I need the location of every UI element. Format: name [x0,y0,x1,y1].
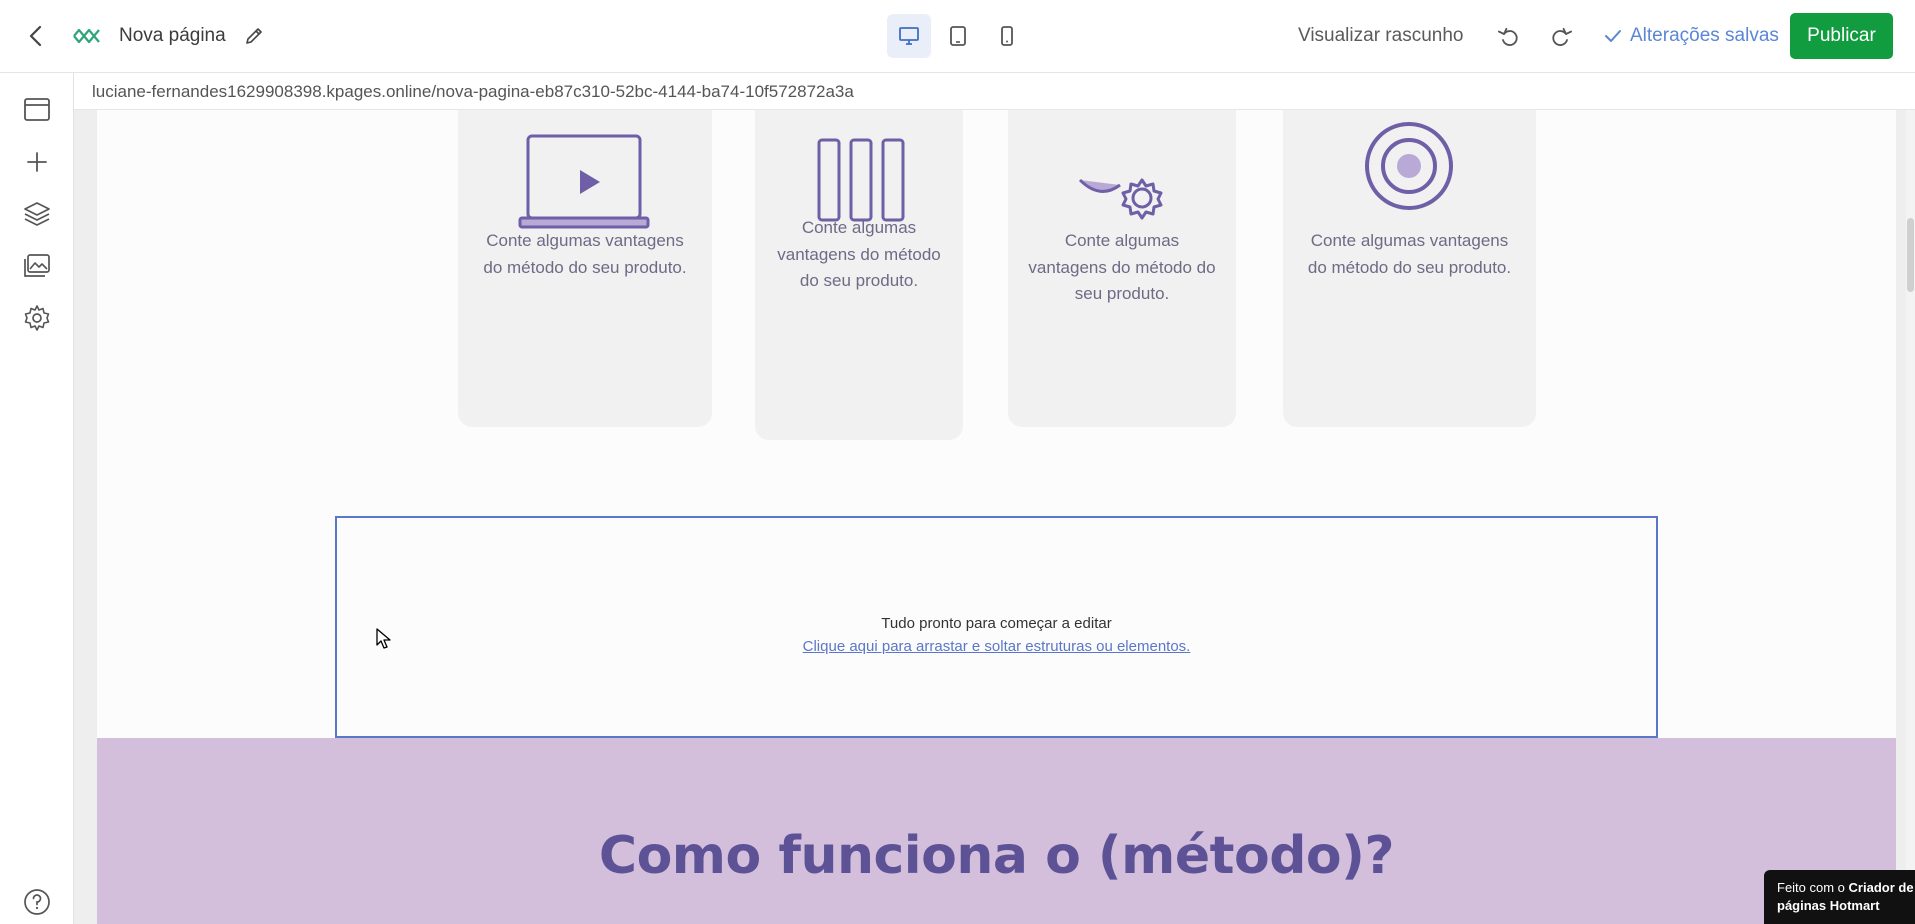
help-button[interactable] [20,885,54,919]
sidebar-item-layers[interactable] [20,197,54,231]
gears-icon [1078,178,1163,220]
card-text: Conte algumas vantagens do método do seu… [1028,231,1216,303]
dropzone-link[interactable]: Clique aqui para arrastar e soltar estru… [337,638,1656,655]
check-icon [1605,30,1621,42]
feature-card[interactable]: Conte algumas vantagens do método do seu… [1283,110,1536,427]
card-text: Conte algumas vantagens do método do seu… [1307,231,1512,277]
feature-card[interactable]: Conte algumas vantagens do método do seu… [755,110,963,440]
page-url: luciane-fernandes1629908398.kpages.onlin… [92,82,854,101]
help-circle-icon [24,889,50,915]
left-sidebar [0,73,74,924]
video-laptop-icon [518,134,650,229]
badge-prefix: Feito com o [1777,880,1849,895]
sidebar-item-settings[interactable] [20,301,54,335]
card-text: Conte algumas vantagens do método do seu… [777,218,941,290]
desktop-view-button[interactable] [887,14,931,58]
feature-card[interactable]: Conte algumas vantagens do método do seu… [1008,110,1236,427]
scrollbar-thumb[interactable] [1907,218,1914,292]
desktop-icon [899,27,919,45]
publish-button[interactable]: Publicar [1790,13,1893,59]
editor-canvas[interactable]: Conte algumas vantagens do método do seu… [97,110,1896,924]
badge-strong-2: páginas Hotmart [1777,898,1880,913]
how-it-works-section[interactable]: Como funciona o (método)? [97,738,1896,924]
undo-icon[interactable] [1494,22,1524,52]
gear-icon [24,305,50,331]
sidebar-item-add[interactable] [20,145,54,179]
sidebar-item-page[interactable] [20,93,54,127]
back-arrow-icon[interactable] [20,20,52,52]
preview-draft-button[interactable]: Visualizar rascunho [1298,25,1463,47]
plus-icon [27,152,47,172]
made-with-hotmart-badge[interactable]: Feito com o Criador de páginas Hotmart [1764,870,1915,924]
target-icon [1365,122,1453,210]
badge-strong-1: Criador de [1848,880,1914,895]
empty-section-dropzone[interactable]: Tudo pronto para começar a editar Clique… [335,516,1658,738]
gallery-icon [24,254,50,277]
mobile-view-button[interactable] [985,14,1029,58]
feature-card[interactable]: Conte algumas vantagens do método do seu… [458,110,712,427]
pencil-icon[interactable] [240,22,268,50]
bar-chart-icon [817,138,905,222]
card-text: Conte algumas vantagens do método do seu… [483,231,687,277]
tablet-view-button[interactable] [936,14,980,58]
dropzone-title: Tudo pronto para começar a editar [881,615,1112,632]
url-bar: luciane-fernandes1629908398.kpages.onlin… [74,73,1915,110]
section-title: Como funciona o (método)? [598,826,1395,886]
sidebar-item-media[interactable] [20,249,54,283]
redo-icon[interactable] [1546,22,1576,52]
top-toolbar: Nova página Visualizar rascunho Alteraçõ… [0,0,1915,73]
saved-status: Alterações salvas [1604,25,1779,47]
mobile-icon [1001,26,1013,46]
tablet-icon [950,26,966,46]
layers-icon [24,202,50,226]
saved-status-label: Alterações salvas [1630,25,1779,46]
page-name: Nova página [119,25,226,46]
browser-window-icon [24,98,50,121]
app-logo-icon [72,22,102,50]
